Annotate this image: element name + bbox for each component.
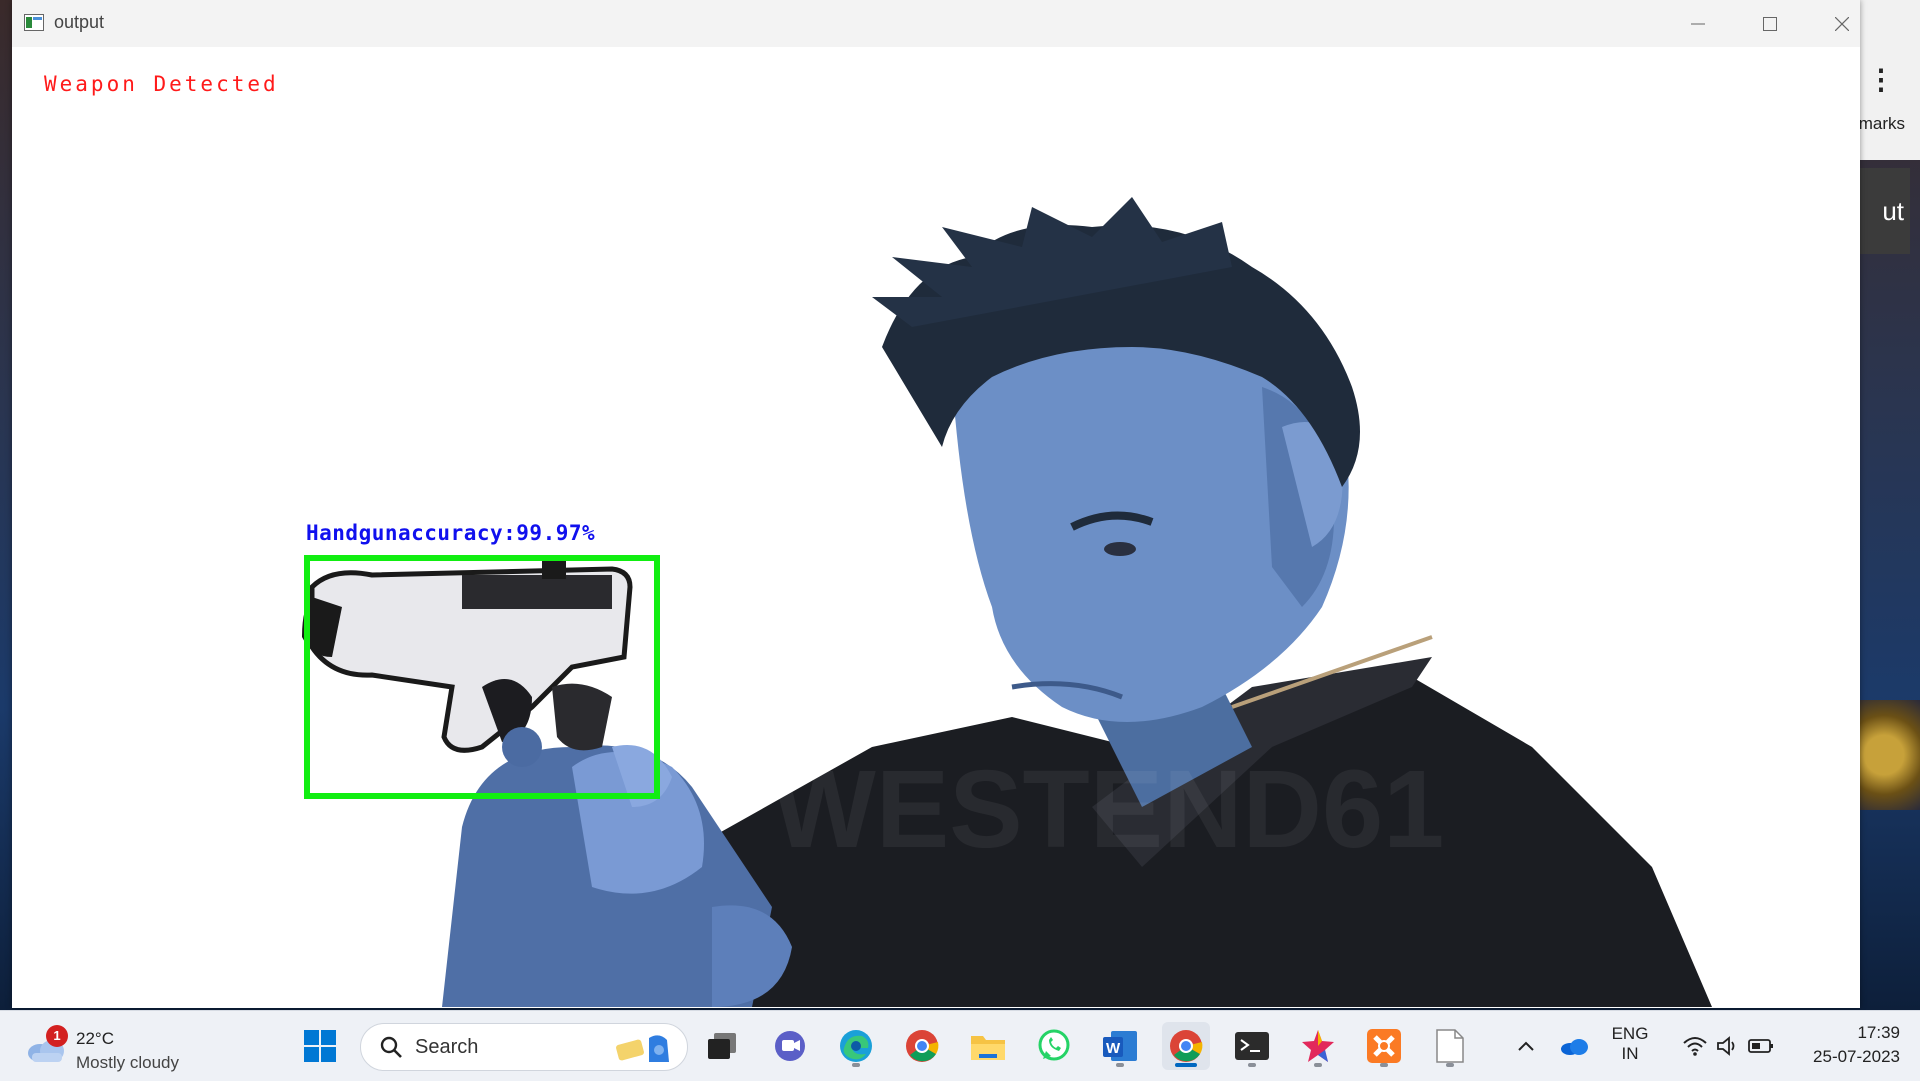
word-button[interactable]: W xyxy=(1096,1022,1144,1070)
start-button[interactable] xyxy=(296,1022,344,1070)
search-highlight-icon xyxy=(616,1035,669,1062)
window-titlebar[interactable]: output xyxy=(12,0,1860,48)
teams-chat-button[interactable] xyxy=(766,1022,814,1070)
output-image-canvas: WESTEND61 Weapon Detected Handgunaccurac… xyxy=(12,47,1860,1008)
minimize-icon xyxy=(1691,23,1705,24)
weather-widget[interactable]: 1 22°C Mostly cloudy xyxy=(26,1021,206,1072)
chevron-up-icon xyxy=(1518,1041,1534,1051)
search-icon xyxy=(380,1036,402,1058)
star-app-button[interactable] xyxy=(1294,1022,1342,1070)
close-button[interactable] xyxy=(1806,0,1878,47)
clock-date: 25-07-2023 xyxy=(1813,1047,1900,1066)
background-wallpaper-fragment xyxy=(1860,700,1920,810)
region-code: IN xyxy=(1621,1044,1639,1063)
terminal-button[interactable] xyxy=(1228,1022,1276,1070)
battery-icon xyxy=(1748,1039,1773,1053)
chrome-icon xyxy=(906,1030,939,1062)
running-indicator xyxy=(1248,1063,1256,1067)
notification-badge: 1 xyxy=(46,1025,68,1047)
whatsapp-button[interactable] xyxy=(1030,1022,1078,1070)
window-title: output xyxy=(54,12,105,32)
onedrive-button[interactable] xyxy=(1550,1022,1598,1070)
blank-file-icon xyxy=(1436,1029,1464,1063)
weapon-detected-alert: Weapon Detected xyxy=(44,72,279,96)
svg-text:WESTEND61: WESTEND61 xyxy=(772,748,1444,871)
blank-file-button[interactable] xyxy=(1426,1022,1474,1070)
more-options-icon[interactable]: ⋮ xyxy=(1867,66,1895,94)
wifi-icon xyxy=(1683,1037,1707,1056)
weather-condition: Mostly cloudy xyxy=(76,1053,179,1072)
language-indicator[interactable]: ENG IN xyxy=(1606,1024,1654,1064)
task-view-icon xyxy=(708,1033,736,1059)
windows-taskbar: 1 22°C Mostly cloudy Search W ENG IN 17:… xyxy=(0,1010,1920,1081)
quick-settings-button[interactable] xyxy=(1666,1022,1790,1070)
running-indicator xyxy=(1116,1063,1124,1067)
start-icon xyxy=(304,1030,336,1062)
chrome-active-icon xyxy=(1170,1030,1203,1062)
app-window-icon xyxy=(24,14,44,31)
chrome-button[interactable] xyxy=(898,1022,946,1070)
volume-icon xyxy=(1717,1036,1735,1056)
svg-text:W: W xyxy=(1106,1040,1121,1057)
maximize-icon xyxy=(1763,16,1777,31)
running-indicator xyxy=(852,1063,860,1067)
maximize-button[interactable] xyxy=(1734,0,1806,47)
running-indicator xyxy=(1446,1063,1454,1067)
bookmarks-partial-label: marks xyxy=(1858,114,1905,133)
minimize-button[interactable] xyxy=(1662,0,1734,47)
word-icon: W xyxy=(1103,1031,1137,1061)
active-indicator xyxy=(1175,1063,1197,1067)
file-explorer-button[interactable] xyxy=(964,1022,1012,1070)
xampp-button[interactable] xyxy=(1360,1022,1408,1070)
running-indicator xyxy=(1380,1063,1388,1067)
detection-bounding-box xyxy=(304,555,660,799)
chrome-active-button[interactable] xyxy=(1162,1022,1210,1070)
taskbar-search-box[interactable]: Search xyxy=(360,1023,688,1071)
show-hidden-icons-button[interactable] xyxy=(1502,1022,1550,1070)
search-placeholder: Search xyxy=(415,1036,479,1058)
clock-time: 17:39 xyxy=(1857,1023,1900,1042)
running-indicator xyxy=(1314,1063,1322,1067)
output-window: output WESTEND61 Weapon Detected Handgun… xyxy=(12,0,1860,1008)
onedrive-icon xyxy=(1561,1039,1588,1055)
clock[interactable]: 17:39 25-07-2023 xyxy=(1790,1023,1900,1067)
background-partial-button[interactable]: ut xyxy=(1860,168,1910,254)
terminal-icon xyxy=(1235,1032,1269,1060)
detection-scene-image: WESTEND61 xyxy=(302,197,1712,1007)
language-code: ENG xyxy=(1611,1024,1649,1043)
edge-icon xyxy=(840,1030,872,1062)
whatsapp-icon xyxy=(1038,1029,1070,1061)
task-view-button[interactable] xyxy=(698,1022,746,1070)
teams-chat-icon xyxy=(775,1031,805,1061)
close-icon xyxy=(1835,16,1849,31)
weather-temperature: 22°C xyxy=(76,1029,114,1048)
star-app-icon xyxy=(1302,1030,1334,1062)
detection-label: Handgunaccuracy:99.97% xyxy=(306,521,596,545)
file-explorer-icon xyxy=(971,1036,1005,1060)
xampp-icon xyxy=(1367,1029,1401,1063)
edge-button[interactable] xyxy=(832,1022,880,1070)
